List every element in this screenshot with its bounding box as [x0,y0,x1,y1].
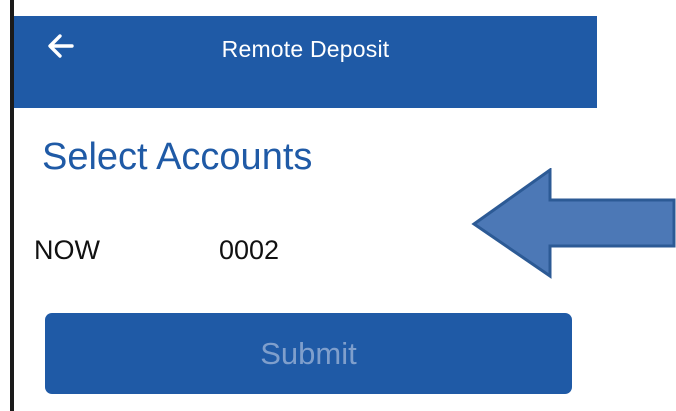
account-option-now-0002[interactable]: NOW 0002 [34,229,464,275]
account-type: NOW [34,235,100,265]
document-top-edge [0,0,676,16]
screenshot-stage: Remote Deposit Select Accounts NOW 0002 … [0,0,676,411]
left-arrow-callout-icon [471,168,676,279]
page-title: Remote Deposit [221,36,390,62]
select-accounts-heading: Select Accounts [42,136,313,178]
app-header: Remote Deposit [14,16,597,108]
submit-button[interactable]: Submit [45,313,572,394]
account-number: 0002 [219,235,280,265]
